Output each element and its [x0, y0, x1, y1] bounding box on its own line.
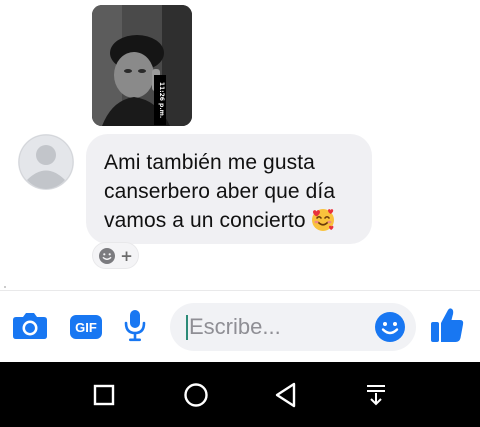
back-triangle-icon[interactable]	[274, 382, 298, 413]
message-line-2: canserbero aber que día	[104, 180, 336, 203]
gif-label: GIF	[75, 320, 97, 335]
add-reaction-button[interactable]: +	[92, 242, 139, 269]
home-circle-icon[interactable]	[183, 382, 209, 413]
gif-icon: GIF	[70, 315, 102, 339]
android-navigation-bar	[0, 362, 480, 427]
message-composer: GIF	[0, 290, 480, 360]
message-input-field[interactable]	[170, 303, 416, 351]
smiling-face-with-hearts-icon	[310, 206, 336, 240]
camera-icon[interactable]	[12, 312, 48, 345]
reaction-plus-icon: +	[120, 246, 133, 265]
default-avatar-icon	[18, 134, 74, 190]
message-line-3-wrap: vamos a un concierto	[104, 206, 358, 240]
emoji-icon[interactable]	[374, 311, 406, 348]
sender-avatar[interactable]	[18, 134, 74, 190]
recents-square-icon[interactable]	[93, 384, 115, 411]
shared-photo[interactable]: 11:26 p.m.	[92, 5, 192, 126]
photo-time-stamp: 11:26 p.m.	[158, 82, 165, 118]
photo-image: 11:26 p.m.	[92, 5, 192, 126]
thumbs-up-icon[interactable]	[430, 307, 464, 348]
message-bubble[interactable]: Ami también me gusta canserbero aber que…	[86, 134, 372, 244]
notification-pull-icon[interactable]	[364, 383, 388, 412]
gif-button[interactable]: GIF	[70, 315, 102, 344]
divider-dot	[4, 286, 6, 288]
text-cursor	[186, 315, 188, 340]
message-line-1: Ami también me gusta	[104, 151, 315, 174]
message-input[interactable]	[189, 307, 379, 347]
message-line-3: vamos a un concierto	[104, 209, 306, 232]
microphone-icon[interactable]	[124, 309, 146, 348]
reaction-smiley-icon	[99, 247, 116, 264]
chat-thread: 11:26 p.m. Ami también me gusta canserbe…	[0, 0, 480, 290]
